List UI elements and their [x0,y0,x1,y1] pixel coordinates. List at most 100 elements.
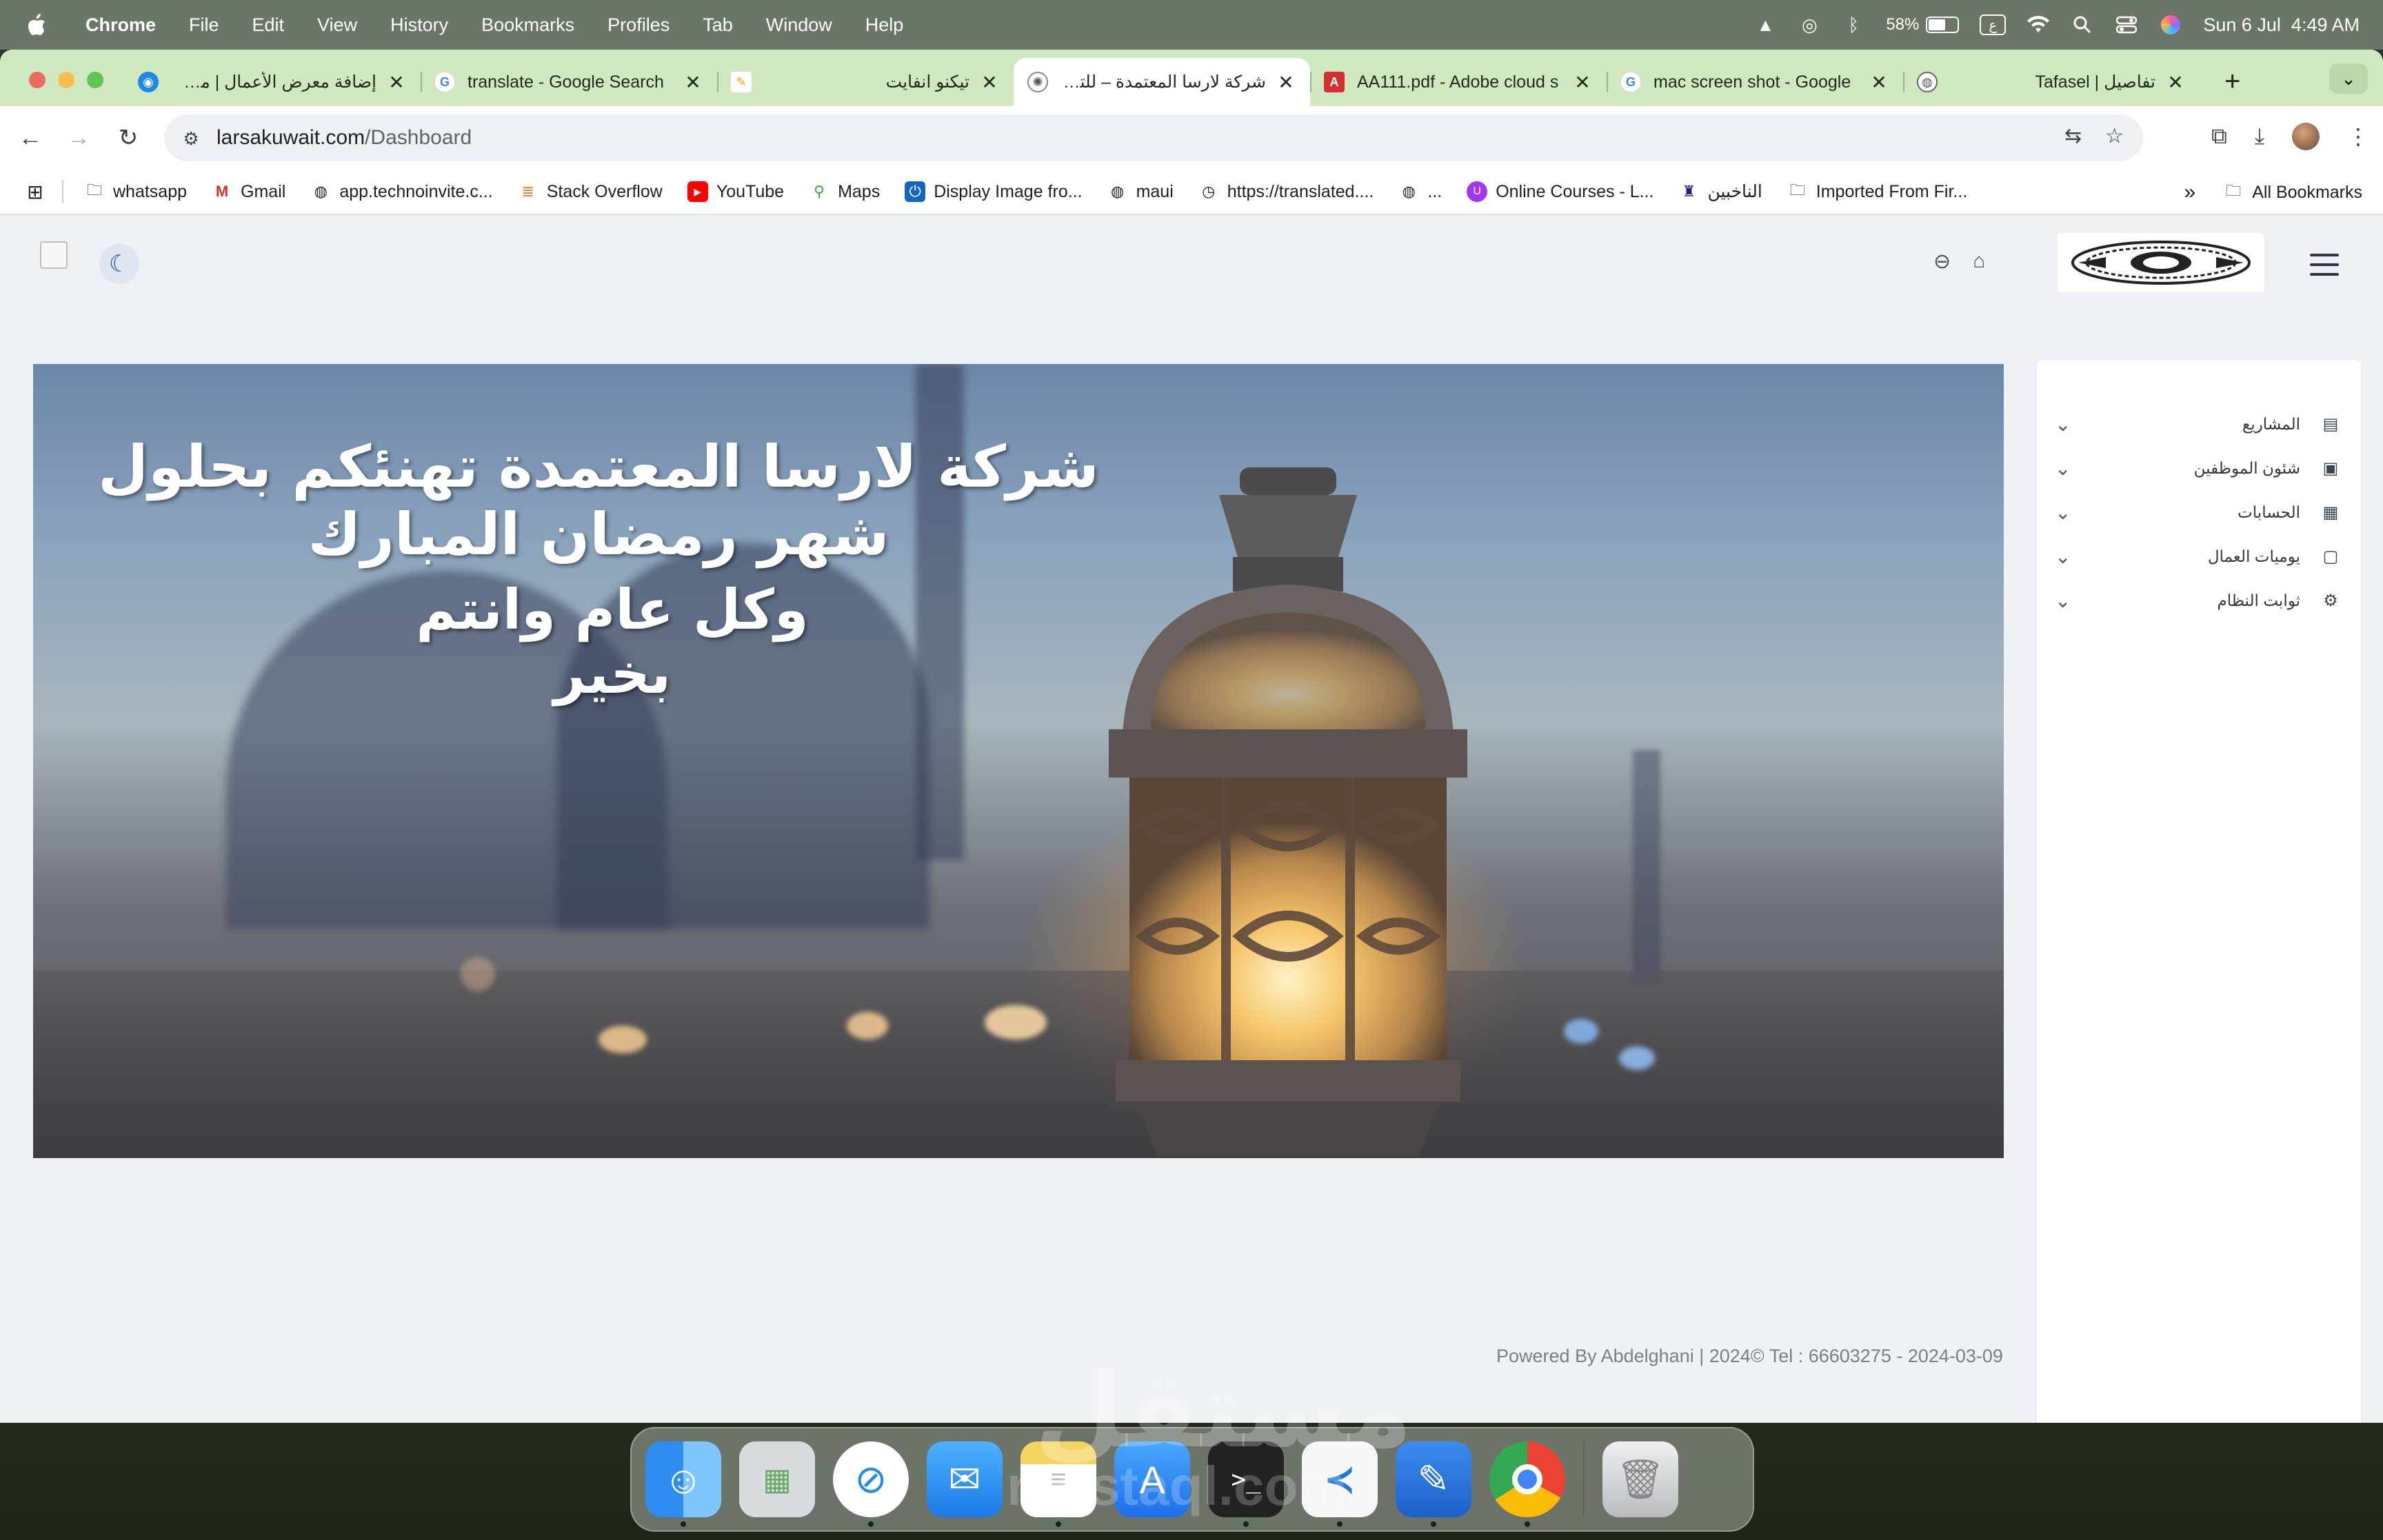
menu-history[interactable]: History [390,14,448,36]
more-bookmarks-chevron-icon[interactable]: » [2184,181,2196,204]
bookmark-gmail[interactable]: M Gmail [212,181,285,202]
sidebar-item-label: ثوابت النظام [2217,591,2300,609]
close-tab-icon[interactable]: ✕ [1869,71,1889,94]
globe-icon: ◍ [1402,183,1416,200]
bookmark-label: maui [1136,181,1174,201]
control-center-icon[interactable] [2115,13,2138,37]
minimize-window-button[interactable] [58,72,74,88]
sidebar-header [2037,222,2361,292]
bookmark-translated[interactable]: ◷ https://translated.... [1198,181,1374,202]
dock-launchpad[interactable]: ▦ [739,1441,815,1517]
site-settings-icon[interactable]: ⚙ [179,127,203,150]
menu-profiles[interactable]: Profiles [607,14,670,36]
dock-trash[interactable]: 🗑 [1602,1441,1678,1517]
back-arrow-icon[interactable]: ← [15,123,46,153]
sidebar-item-worker-diaries[interactable]: ⌄ يوميات العمال ▢ [2037,536,2361,576]
bookmark-maps[interactable]: ⚲ Maps [809,181,880,202]
tabs: ◉ إضافة معرض الأعمال | مستقل ✕ G transla… [124,58,2200,106]
extensions-puzzle-icon[interactable]: ⧉ [2211,123,2227,150]
tab-title: mac screen shot - Google [1653,72,1851,92]
header-actions: ⊖ ⌂ [1933,250,1985,274]
close-tab-icon[interactable]: ✕ [1572,71,1593,94]
spotlight-search-icon[interactable] [2071,13,2094,37]
menu-edit[interactable]: Edit [252,14,285,36]
bluetooth-icon[interactable]: ᛒ [1842,13,1865,37]
menu-file[interactable]: File [189,14,219,36]
apple-menu-icon[interactable] [25,11,48,39]
tab-larsa-active[interactable]: ✺ شركة لارسا المعتمدة – للتجارة ✕ [1014,58,1310,106]
home-icon[interactable]: ⌂ [1973,250,1985,274]
dock-finder[interactable]: ☺ [645,1441,721,1527]
bookmark-youtube[interactable]: ▶ YouTube [687,181,784,202]
bookmark-label: ... [1427,181,1442,201]
logout-icon[interactable]: ⊖ [1933,250,1951,274]
all-bookmarks-button[interactable]: 🗀 All Bookmarks [2223,182,2362,203]
tab-google-mac-screenshot[interactable]: G mac screen shot - Google ✕ [1607,58,1903,106]
close-tab-icon[interactable]: ✕ [1276,71,1296,94]
new-tab-plus-icon[interactable]: + [2224,66,2240,97]
sidebar-item-hr[interactable]: ⌄ شئون الموظفين ▣ [2037,448,2361,488]
google-favicon-icon: G [434,72,455,92]
close-tab-icon[interactable]: ✕ [2165,71,2186,94]
bookmark-label: الناخبين [1707,182,1762,201]
dock-mail[interactable]: ✉ [927,1441,1003,1517]
close-tab-icon[interactable]: ✕ [386,71,407,94]
bookmark-label: whatsapp [113,181,188,201]
tab-technoinvite[interactable]: ✎ تيكنو انفايت ✕ [717,58,1014,106]
profile-avatar[interactable] [2292,123,2320,150]
close-window-button[interactable] [29,72,46,88]
sidebar-item-label: المشاريع [2242,414,2300,433]
bookmark-online-courses[interactable]: U Online Courses - L... [1467,181,1653,202]
forward-arrow-icon[interactable]: → [63,123,94,153]
downloads-icon[interactable]: ⤓ [2255,123,2264,150]
chrome-menu-icon[interactable]: ⋮ [2347,123,2369,150]
folder-icon: 🗀 [86,181,102,199]
menu-app-chrome[interactable]: Chrome [86,14,156,36]
tab-mostaql-portfolio[interactable]: ◉ إضافة معرض الأعمال | مستقل ✕ [124,58,421,106]
company-logo[interactable] [2058,233,2264,292]
dock-chrome[interactable] [1489,1441,1565,1527]
dark-mode-moon-icon[interactable]: ☾ [99,244,139,284]
dock-safari[interactable]: ⊘ [833,1441,909,1527]
bookmark-stackoverflow[interactable]: ≣ Stack Overflow [518,181,662,202]
hamburger-menu-icon[interactable] [2310,254,2339,276]
tab-search-chevron-icon[interactable]: ⌄ [2329,63,2368,94]
address-bar[interactable]: ⚙ larsakuwait.com/Dashboard ⇆ ☆ [164,114,2143,161]
zoom-window-button[interactable] [87,72,103,88]
reload-icon[interactable]: ↻ [113,123,143,153]
menu-help[interactable]: Help [865,14,904,36]
bookmark-display-image[interactable]: ⏻ Display Image fro... [905,181,1083,202]
tab-google-translate-search[interactable]: G translate - Google Search ✕ [421,58,717,106]
tab-title: تيكنو انفايت [885,72,969,92]
menu-view[interactable]: View [317,14,357,36]
bookmark-imported-firefox[interactable]: 🗀 Imported From Fir... [1787,181,1968,202]
wifi-icon[interactable] [2027,13,2050,37]
status-app-icon[interactable]: ▲ [1753,13,1777,37]
bookmark-maui[interactable]: ◍ maui [1107,181,1174,202]
bookmark-label: https://translated.... [1227,181,1374,201]
bookmark-whatsapp[interactable]: 🗀 whatsapp [84,181,187,202]
sidebar-item-accounts[interactable]: ⌄ الحسابات ▦ [2037,492,2361,532]
input-source-icon[interactable]: ع [1980,14,2007,35]
apps-grid-icon[interactable]: ⊞ [25,181,46,203]
bookmark-ellipsis[interactable]: ◍... [1398,181,1442,202]
tab-tafasel[interactable]: ◍ Tafasel | تفاصيل ✕ [1903,58,2200,106]
menu-window[interactable]: Window [766,14,832,36]
bookmark-technoinvite[interactable]: ◍ app.technoinvite.c... [310,181,493,202]
sidebar-item-system-constants[interactable]: ⌄ ثوابت النظام ⚙ [2037,580,2361,620]
tab-adobe-pdf[interactable]: A AA111.pdf - Adobe cloud s ✕ [1310,58,1607,106]
close-tab-icon[interactable]: ✕ [683,71,703,94]
bookmark-label: Maps [838,181,881,201]
sidebar-item-projects[interactable]: ⌄ المشاريع ▤ [2037,404,2361,444]
battery-icon [1926,17,1960,33]
translate-page-icon[interactable]: ⇆ [2064,124,2082,148]
menu-bookmarks[interactable]: Bookmarks [481,14,574,36]
bookmark-voters[interactable]: ♜ الناخبين [1678,181,1762,202]
airdrop-icon[interactable]: ◎ [1798,13,1821,37]
battery-indicator[interactable]: 58% [1886,15,1960,34]
close-tab-icon[interactable]: ✕ [979,71,1000,94]
menubar-datetime[interactable]: Sun 6 Jul 4:49 AM [2203,14,2360,36]
menu-tab[interactable]: Tab [703,14,733,36]
bookmark-star-icon[interactable]: ☆ [2105,124,2124,148]
siri-icon[interactable] [2159,13,2182,37]
